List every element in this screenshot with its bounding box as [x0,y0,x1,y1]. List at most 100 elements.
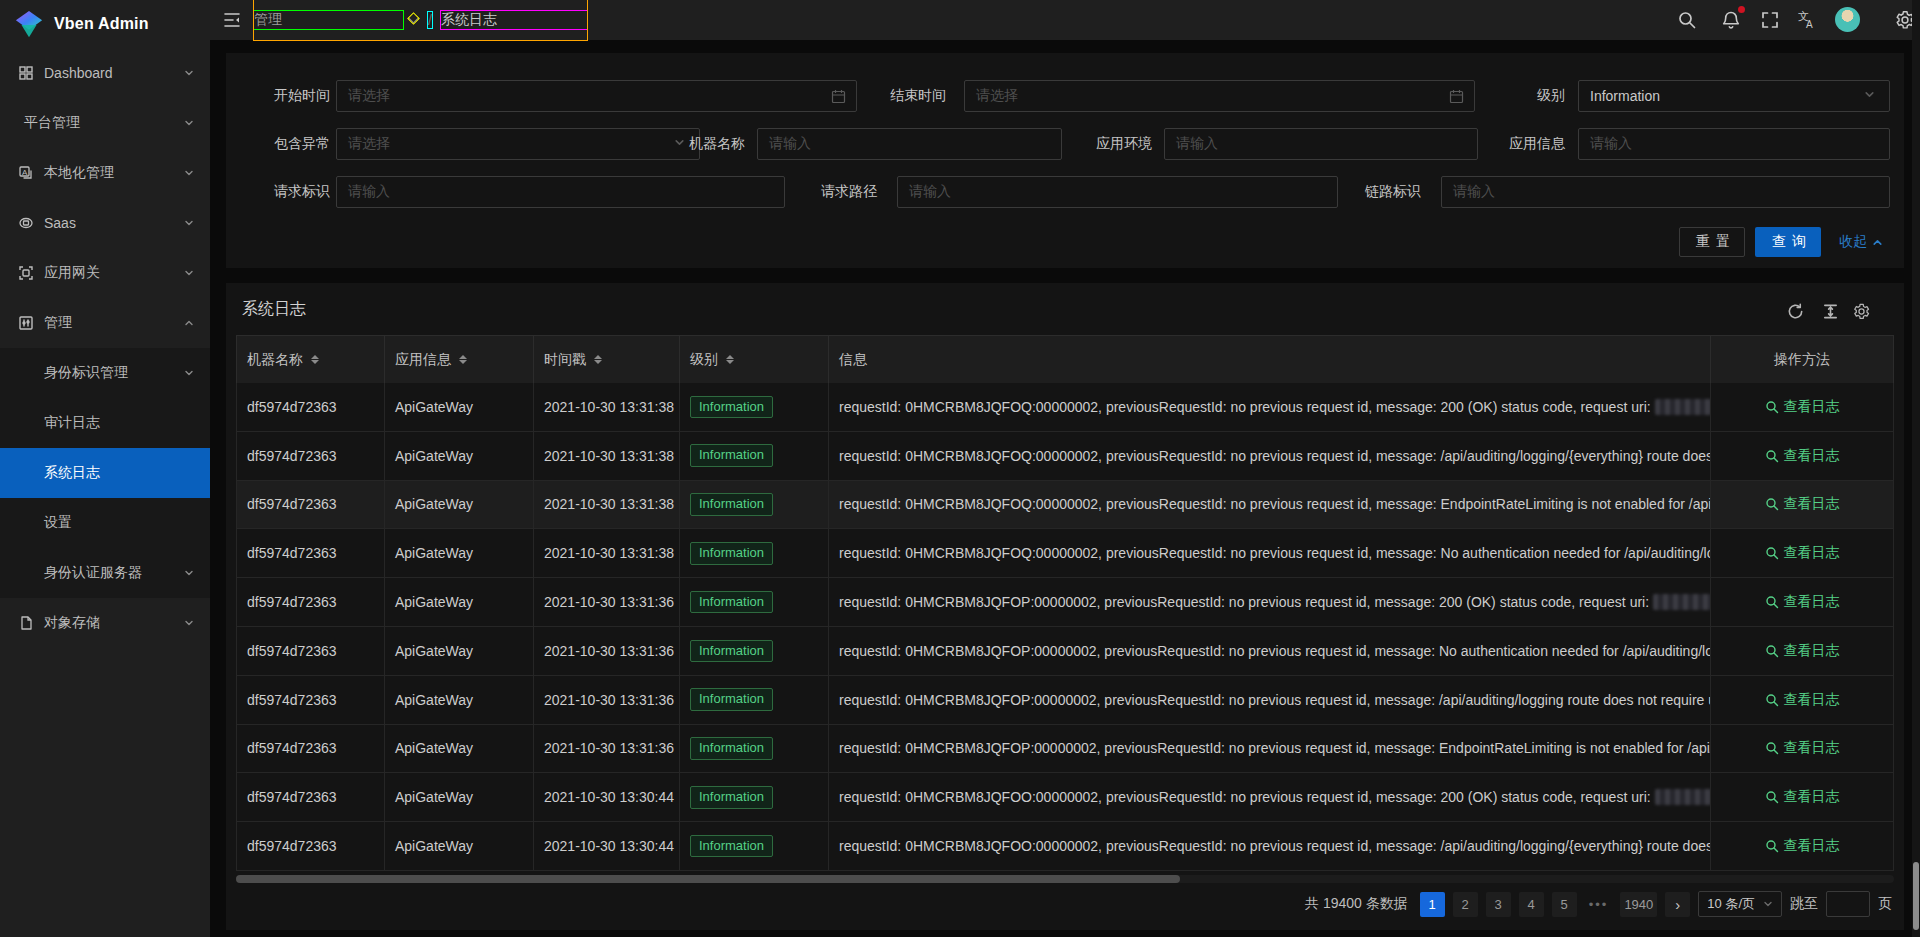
column-header[interactable]: 机器名称 [237,336,385,383]
table-settings-icon[interactable] [1852,302,1871,321]
column-header[interactable]: 级别 [680,336,829,383]
sort-icon[interactable] [311,355,319,364]
horizontal-scrollbar[interactable] [236,875,1894,883]
cell-timestamp: 2021-10-30 13:31:38 [534,529,680,577]
column-header[interactable]: 时间戳 [534,336,680,383]
vertical-scrollbar-thumb[interactable] [1913,862,1919,930]
sort-icon[interactable] [726,355,734,364]
cell-app: ApiGateWay [385,822,534,870]
env-input[interactable]: 请输入 [1164,128,1478,160]
sidebar-item-身份标识管理[interactable]: 身份标识管理 [0,348,210,398]
page-button-3[interactable]: 3 [1486,892,1511,917]
avatar[interactable] [1835,7,1860,32]
page-size-select[interactable]: 10 条/页 [1698,891,1782,917]
cell-machine: df5974d72363 [237,627,385,675]
magnifier-icon [1765,497,1779,511]
level-select[interactable]: Information [1578,80,1890,112]
jump-page-input[interactable] [1826,891,1870,917]
view-log-link[interactable]: 查看日志 [1765,691,1840,709]
pagination-ellipsis[interactable]: ••• [1585,892,1613,917]
horizontal-scrollbar-thumb[interactable] [236,875,1180,883]
next-page-button[interactable]: › [1665,892,1690,917]
query-button[interactable]: 查询 [1755,227,1821,257]
view-log-link[interactable]: 查看日志 [1765,447,1840,465]
trace_id-input[interactable]: 请输入 [1441,176,1890,208]
cell-actions: 查看日志 [1711,822,1893,870]
app-title: Vben Admin [54,15,149,33]
end_time-label: 结束时间 [868,87,946,105]
sidebar-item-dashboard[interactable]: Dashboard [0,48,210,98]
view-log-link[interactable]: 查看日志 [1765,739,1840,757]
table-row: df5974d72363ApiGateWay2021-10-30 13:31:3… [236,383,1894,432]
start_time-datepicker[interactable]: 请选择 [336,80,857,112]
refresh-icon[interactable] [1786,302,1805,321]
magnifier-icon [1765,400,1779,414]
view-log-link[interactable]: 查看日志 [1765,398,1840,416]
breadcrumb: 管理 / 系统日志 [254,0,587,40]
cell-message: requestId: 0HMCRBM8JQFOQ:00000002, previ… [829,481,1711,529]
dashboard-icon [18,65,34,81]
page-button-1[interactable]: 1 [1420,892,1445,917]
cell-actions: 查看日志 [1711,627,1893,675]
collapse-button[interactable]: 收起 [1832,227,1890,257]
sort-icon[interactable] [459,355,467,364]
view-log-link[interactable]: 查看日志 [1765,788,1840,806]
cell-message: requestId: 0HMCRBM8JQFOP:00000002, previ… [829,578,1711,626]
fullscreen-icon[interactable] [1759,9,1781,31]
level-label: 级别 [1487,87,1565,105]
machine-input[interactable]: 请输入 [757,128,1062,160]
calendar-icon [1449,89,1464,104]
svg-text:A: A [1806,19,1813,30]
view-log-link[interactable]: 查看日志 [1765,642,1840,660]
gateway-icon [18,265,34,281]
sidebar-item-身份认证服务器[interactable]: 身份认证服务器 [0,548,210,598]
request_path-input[interactable]: 请输入 [897,176,1338,208]
search-icon[interactable] [1676,9,1698,31]
column-header[interactable]: 应用信息 [385,336,534,383]
magnifier-icon [1765,449,1779,463]
sidebar-item-saas[interactable]: Saas [0,198,210,248]
sidebar: Vben Admin Dashboard平台管理A本地化管理Saas应用网关管理… [0,0,210,937]
view-log-link[interactable]: 查看日志 [1765,495,1840,513]
breadcrumb-parent[interactable]: 管理 [254,11,403,29]
vertical-scrollbar[interactable] [1912,0,1920,937]
magnifier-icon [1765,790,1779,804]
chevron-down-icon [184,568,194,578]
cell-timestamp: 2021-10-30 13:31:36 [534,676,680,724]
page-button-4[interactable]: 4 [1519,892,1544,917]
page-button-2[interactable]: 2 [1453,892,1478,917]
page-button-5[interactable]: 5 [1552,892,1577,917]
end_time-datepicker[interactable]: 请选择 [964,80,1475,112]
cell-timestamp: 2021-10-30 13:31:38 [534,481,680,529]
sidebar-item-系统日志[interactable]: 系统日志 [0,448,210,498]
cell-app: ApiGateWay [385,725,534,773]
logo-icon [14,9,44,39]
reset-button[interactable]: 重置 [1679,227,1745,257]
cell-message: requestId: 0HMCRBM8JQFOP:00000002, previ… [829,676,1711,724]
table-row: df5974d72363ApiGateWay2021-10-30 13:31:3… [236,432,1894,481]
page-button-1940[interactable]: 1940 [1620,892,1657,917]
cell-timestamp: 2021-10-30 13:31:38 [534,432,680,480]
sidebar-item-管理[interactable]: 管理 [0,298,210,348]
saas-icon [18,215,34,231]
menu-fold-icon[interactable] [222,10,242,30]
appinfo-input[interactable]: 请输入 [1578,128,1890,160]
sidebar-item-设置[interactable]: 设置 [0,498,210,548]
sidebar-item-对象存储[interactable]: 对象存储 [0,598,210,648]
sidebar-item-应用网关[interactable]: 应用网关 [0,248,210,298]
chevron-down-icon [184,168,194,178]
sort-icon[interactable] [594,355,602,364]
sidebar-item-本地化管理[interactable]: A本地化管理 [0,148,210,198]
sidebar-item-审计日志[interactable]: 审计日志 [0,398,210,448]
table-title: 系统日志 [242,299,306,320]
app-logo[interactable]: Vben Admin [0,0,210,48]
exception-select[interactable]: 请选择 [336,128,700,160]
row-height-icon[interactable] [1821,302,1840,321]
sidebar-item-平台管理[interactable]: 平台管理 [0,98,210,148]
cell-level: Information [680,676,829,724]
view-log-link[interactable]: 查看日志 [1765,593,1840,611]
request_id-input[interactable]: 请输入 [336,176,785,208]
view-log-link[interactable]: 查看日志 [1765,837,1840,855]
translate-icon[interactable]: 文A [1796,9,1818,31]
view-log-link[interactable]: 查看日志 [1765,544,1840,562]
